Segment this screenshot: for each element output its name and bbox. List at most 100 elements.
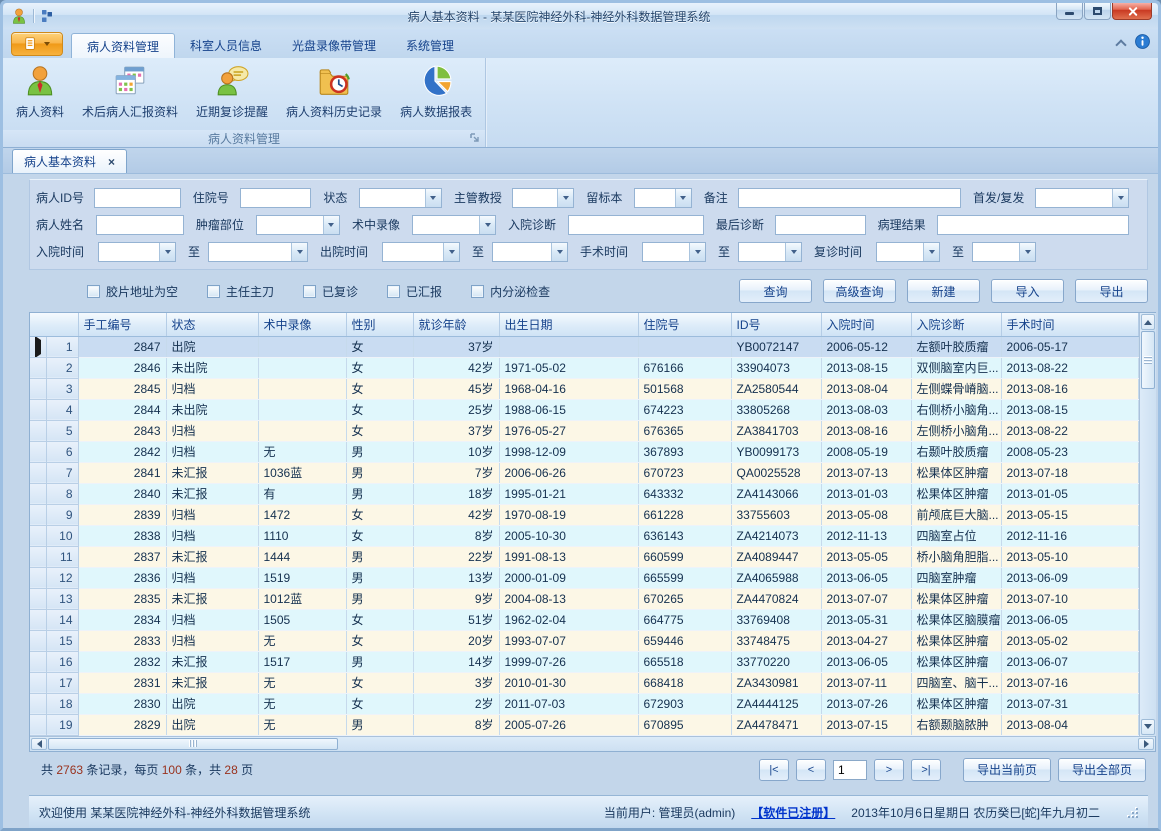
filter-input[interactable] <box>568 215 704 235</box>
horizontal-scrollbar-thumb[interactable] <box>48 738 338 750</box>
table-row[interactable]: 112837未汇报1444男22岁1991-08-13660599ZA40894… <box>30 546 1138 567</box>
table-row[interactable]: 12847出院女37岁YB00721472006-05-12左额叶胶质瘤2006… <box>30 336 1138 357</box>
combo-dropdown-button[interactable] <box>551 243 567 261</box>
ribbon-tab-2[interactable]: 科室人员信息 <box>175 33 277 58</box>
column-header[interactable]: 手工编号 <box>78 313 166 336</box>
ribbon-tab-1[interactable]: 病人资料管理 <box>71 33 175 58</box>
import-button[interactable]: 导入 <box>991 279 1064 303</box>
filter-combo[interactable] <box>492 242 568 262</box>
table-row[interactable]: 82840未汇报有男18岁1995-01-21643332ZA414306620… <box>30 483 1138 504</box>
first-page-button[interactable]: |< <box>759 759 789 781</box>
ribbon-button-3[interactable]: 近期复诊提醒 <box>187 60 277 130</box>
ribbon-button-4[interactable]: 病人资料历史记录 <box>277 60 391 130</box>
table-row[interactable]: 92839归档1472女42岁1970-08-19661228337556032… <box>30 504 1138 525</box>
table-row[interactable]: 182830出院无女2岁2011-07-03672903ZA4444125201… <box>30 693 1138 714</box>
filter-combo[interactable] <box>208 242 308 262</box>
app-logo-person-icon[interactable] <box>10 7 28 25</box>
combo-dropdown-button[interactable] <box>1019 243 1035 261</box>
filter-input[interactable] <box>937 215 1129 235</box>
application-menu-button[interactable] <box>11 32 63 56</box>
combo-dropdown-button[interactable] <box>159 243 175 261</box>
horizontal-scrollbar[interactable] <box>30 736 1155 751</box>
export-current-page-button[interactable]: 导出当前页 <box>963 758 1051 782</box>
filter-combo[interactable] <box>98 242 176 262</box>
combo-dropdown-button[interactable] <box>557 189 573 207</box>
filter-input[interactable] <box>775 215 865 235</box>
table-row[interactable]: 142834归档1505女51岁1962-02-0466477533769408… <box>30 609 1138 630</box>
combo-dropdown-button[interactable] <box>479 216 495 234</box>
filter-combo[interactable] <box>512 188 574 208</box>
scroll-up-button[interactable] <box>1141 314 1155 330</box>
table-row[interactable]: 52843归档女37岁1976-05-27676365ZA38417032013… <box>30 420 1138 441</box>
column-header[interactable]: ID号 <box>731 313 821 336</box>
combo-dropdown-button[interactable] <box>1112 189 1128 207</box>
filter-combo[interactable] <box>738 242 802 262</box>
info-icon[interactable] <box>1135 34 1150 52</box>
ribbon-button-5[interactable]: 病人数据报表 <box>391 60 481 130</box>
resize-grip[interactable] <box>1126 806 1138 818</box>
column-header[interactable]: 入院诊断 <box>911 313 1001 336</box>
new-button[interactable]: 新建 <box>907 279 980 303</box>
filter-combo[interactable] <box>412 215 496 235</box>
filter-input[interactable] <box>94 188 180 208</box>
checkbox-4[interactable]: 已汇报 <box>387 283 442 300</box>
dialog-launcher-icon[interactable] <box>469 132 481 144</box>
table-row[interactable]: 162832未汇报1517男14岁1999-07-266655183377022… <box>30 651 1138 672</box>
checkbox-3[interactable]: 已复诊 <box>303 283 358 300</box>
table-row[interactable]: 172831未汇报无女3岁2010-01-30668418ZA343098120… <box>30 672 1138 693</box>
next-page-button[interactable]: > <box>874 759 904 781</box>
checkbox-box[interactable] <box>387 285 400 298</box>
filter-combo[interactable] <box>972 242 1036 262</box>
vertical-scrollbar[interactable] <box>1139 313 1156 736</box>
scroll-right-button[interactable] <box>1138 738 1154 750</box>
combo-dropdown-button[interactable] <box>923 243 939 261</box>
table-row[interactable]: 132835未汇报1012蓝男9岁2004-08-13670265ZA44708… <box>30 588 1138 609</box>
prev-page-button[interactable]: < <box>796 759 826 781</box>
filter-combo[interactable] <box>256 215 340 235</box>
checkbox-5[interactable]: 内分泌检查 <box>471 283 550 300</box>
column-header[interactable]: 状态 <box>166 313 258 336</box>
filter-input[interactable] <box>96 215 184 235</box>
maximize-button[interactable] <box>1084 3 1111 20</box>
filter-combo[interactable] <box>359 188 442 208</box>
checkbox-box[interactable] <box>471 285 484 298</box>
filter-combo[interactable] <box>382 242 460 262</box>
ribbon-tab-4[interactable]: 系统管理 <box>391 33 469 58</box>
combo-dropdown-button[interactable] <box>785 243 801 261</box>
checkbox-1[interactable]: 胶片地址为空 <box>87 283 178 300</box>
combo-dropdown-button[interactable] <box>291 243 307 261</box>
export-all-pages-button[interactable]: 导出全部页 <box>1058 758 1146 782</box>
combo-dropdown-button[interactable] <box>425 189 441 207</box>
checkbox-2[interactable]: 主任主刀 <box>207 283 274 300</box>
layout-grid-icon[interactable] <box>39 8 55 24</box>
table-row[interactable]: 22846未出院女42岁1971-05-02676166339040732013… <box>30 357 1138 378</box>
export-button[interactable]: 导出 <box>1075 279 1148 303</box>
filter-combo[interactable] <box>634 188 692 208</box>
last-page-button[interactable]: >| <box>911 759 941 781</box>
column-header[interactable]: 术中录像 <box>258 313 346 336</box>
query-button[interactable]: 查询 <box>739 279 812 303</box>
table-row[interactable]: 32845归档女45岁1968-04-16501568ZA25805442013… <box>30 378 1138 399</box>
ribbon-button-1[interactable]: 病人资料 <box>7 60 73 130</box>
checkbox-box[interactable] <box>207 285 220 298</box>
table-row[interactable]: 72841未汇报1036蓝男7岁2006-06-26670723QA002552… <box>30 462 1138 483</box>
combo-dropdown-button[interactable] <box>323 216 339 234</box>
table-row[interactable]: 192829出院无男8岁2005-07-26670895ZA4478471201… <box>30 714 1138 735</box>
column-header[interactable]: 出生日期 <box>499 313 638 336</box>
column-header[interactable]: 入院时间 <box>821 313 911 336</box>
license-status-link[interactable]: 【软件已注册】 <box>751 804 835 821</box>
scroll-left-button[interactable] <box>31 738 47 750</box>
checkbox-box[interactable] <box>303 285 316 298</box>
page-number-input[interactable] <box>833 760 867 780</box>
minimize-button[interactable] <box>1056 3 1083 20</box>
filter-combo[interactable] <box>642 242 706 262</box>
column-header[interactable]: 性别 <box>346 313 413 336</box>
collapse-ribbon-icon[interactable] <box>1115 39 1126 50</box>
filter-input[interactable] <box>738 188 961 208</box>
filter-input[interactable] <box>240 188 311 208</box>
scroll-down-button[interactable] <box>1141 719 1155 735</box>
table-row[interactable]: 62842归档无男10岁1998-12-09367893YB0099173200… <box>30 441 1138 462</box>
combo-dropdown-button[interactable] <box>689 243 705 261</box>
column-header[interactable]: 住院号 <box>638 313 731 336</box>
table-row[interactable]: 102838归档1110女8岁2005-10-30636143ZA4214073… <box>30 525 1138 546</box>
